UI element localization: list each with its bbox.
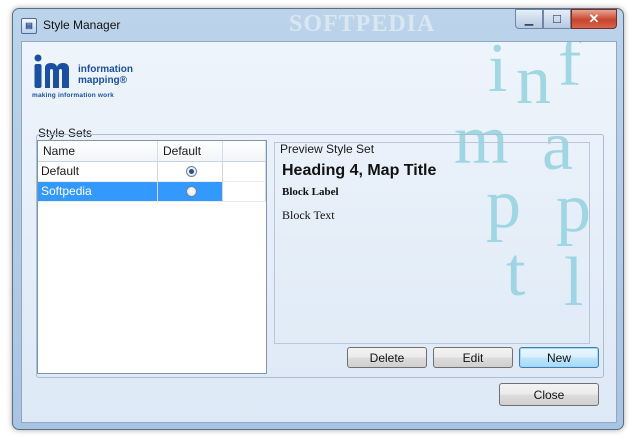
default-radio[interactable]	[186, 166, 197, 177]
close-icon: ✕	[588, 11, 600, 26]
title-bar[interactable]: ▤ Style Manager SOFTPEDIA ▁ ☐ ✕	[13, 9, 623, 41]
dialog-client-area: information mapping® making information …	[21, 41, 617, 423]
preview-block-label: Block Label	[282, 186, 339, 198]
default-cell[interactable]	[158, 162, 223, 181]
style-sets-grid[interactable]: Name Default Default Softpedia	[37, 140, 267, 374]
logo-mark-icon	[34, 54, 69, 88]
style-set-name[interactable]: Softpedia	[38, 182, 158, 201]
column-header-name[interactable]: Name	[38, 141, 158, 161]
window-title: Style Manager	[43, 18, 121, 32]
filler-cell	[223, 162, 266, 181]
table-row[interactable]: Default	[38, 162, 266, 182]
minimize-button[interactable]: ▁	[515, 9, 543, 29]
close-button[interactable]: Close	[499, 383, 599, 406]
default-cell[interactable]	[158, 182, 223, 201]
softpedia-watermark: SOFTPEDIA	[289, 11, 436, 37]
close-window-button[interactable]: ✕	[571, 9, 617, 29]
column-header-default[interactable]: Default	[158, 141, 223, 161]
edit-button[interactable]: Edit	[433, 347, 513, 368]
logo-line-1: information	[78, 64, 133, 75]
minimize-icon: ▁	[524, 13, 534, 26]
grid-header: Name Default	[38, 141, 266, 162]
logo-tagline: making information work	[32, 92, 114, 99]
information-mapping-logo: information mapping® making information …	[32, 54, 142, 104]
document-icon[interactable]: ▤	[21, 18, 37, 34]
style-set-name[interactable]: Default	[38, 162, 158, 181]
logo-line-2: mapping®	[78, 75, 128, 86]
default-radio[interactable]	[186, 186, 197, 197]
filler-cell	[223, 182, 266, 201]
column-header-filler	[223, 141, 266, 161]
style-manager-window: ▤ Style Manager SOFTPEDIA ▁ ☐ ✕ informat…	[12, 8, 624, 430]
preview-block-text: Block Text	[282, 208, 335, 222]
table-row[interactable]: Softpedia	[38, 182, 266, 202]
maximize-icon: ☐	[552, 13, 562, 26]
new-button[interactable]: New	[519, 347, 599, 368]
preview-heading: Heading 4, Map Title	[282, 162, 437, 179]
maximize-button[interactable]: ☐	[543, 9, 571, 29]
delete-button[interactable]: Delete	[347, 347, 427, 368]
preview-label: Preview Style Set	[280, 142, 375, 156]
